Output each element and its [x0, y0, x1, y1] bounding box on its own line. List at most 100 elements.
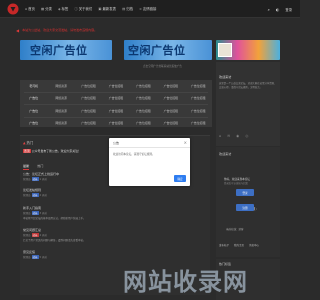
post-title[interactable]: 论坛发帖规则 — [23, 188, 207, 192]
grid-cell[interactable]: 广告位招租 — [75, 96, 102, 100]
grid-cell[interactable]: 广告位招租 — [130, 96, 157, 100]
confirm-button[interactable]: 确定 — [174, 175, 186, 182]
pinned-post-title: 公众号发布了新公告，欢迎大家关注！ — [31, 149, 81, 153]
rss-icon[interactable]: ◉ — [236, 134, 239, 138]
post-meta: 管理员 站长 2 天前 — [23, 193, 207, 197]
dialog-title: 公告 — [113, 141, 120, 145]
quick-links: 发布帖子 我的主页 消息中心 — [219, 243, 259, 247]
ad-banner-left[interactable]: 空闲广告位 — [20, 40, 112, 60]
grid-cell[interactable]: 广告位招租 — [157, 109, 184, 113]
main-nav: ⌂ 首页 ▦ 分类 ◈ 标签 ⓘ 关于我们 ▣ 最新发表 ▤ 归档 ∞ 友情链接 — [25, 6, 162, 12]
post-meta: 管理员 站长 4 天前 — [23, 233, 207, 237]
grid-cell[interactable]: 广告位 — [20, 121, 47, 125]
grid-icon: ▦ — [40, 6, 45, 11]
grid-cell[interactable]: 广告位招租 — [102, 109, 129, 113]
post-tabs: 最新 热门 — [23, 163, 43, 170]
quick-link-messages[interactable]: 消息中心 — [249, 243, 259, 247]
post-time: 4 天前 — [39, 234, 47, 237]
sidebar-banner[interactable] — [216, 40, 280, 60]
theme-toggle-icon[interactable]: ◐ — [276, 7, 280, 12]
post-time: 3 天前 — [39, 212, 47, 215]
login-button[interactable]: 登录 — [236, 189, 254, 196]
grid-cell[interactable]: 广告位招租 — [130, 121, 157, 125]
pinned-post[interactable]: 置顶 公众号发布了新公告，欢迎大家关注！ — [23, 149, 81, 153]
grid-cell[interactable]: 广告位招租 — [185, 121, 212, 125]
grid-cell[interactable]: 广告位招租 — [102, 96, 129, 100]
post-meta: 管理员 站长 3 天前 — [23, 211, 207, 215]
welcome-subtext: 登录后可以发帖与回复 — [224, 182, 248, 185]
grid-cell[interactable]: 广告位 — [20, 109, 47, 113]
post-author[interactable]: 管理员 — [23, 178, 31, 181]
role-badge: 站长 — [31, 233, 39, 237]
mail-icon[interactable]: ✉ — [227, 134, 230, 138]
nav-item-home[interactable]: ⌂ 首页 — [25, 6, 35, 12]
nav-item-tags[interactable]: ◈ 标签 — [58, 6, 68, 12]
grid-cell[interactable]: 广告位招租 — [185, 84, 212, 88]
grid-row: 广告位 网络资源 广告位招租 广告位招租 广告位招租 广告位招租 广告位招租 — [20, 93, 212, 105]
grid-cell[interactable]: 广告位招租 — [157, 96, 184, 100]
grid-cell[interactable]: 广告位招租 — [185, 109, 212, 113]
nav-item-about[interactable]: ⓘ 关于我们 — [74, 6, 92, 11]
role-badge: 站长 — [31, 193, 39, 197]
post-title[interactable]: 新手入门指南 — [23, 206, 207, 210]
divider — [109, 147, 190, 148]
quick-link-post[interactable]: 发布帖子 — [219, 243, 229, 247]
list-item[interactable]: 论坛发帖规则 管理员 站长 2 天前 — [23, 188, 207, 197]
grid-cell[interactable]: 广告位 — [20, 96, 47, 100]
dialog-message: 欢迎访问本论坛，请遵守论坛规则。 — [113, 153, 155, 156]
post-author[interactable]: 管理员 — [23, 194, 31, 197]
grid-cell[interactable]: 广告位招租 — [102, 121, 129, 125]
post-time: 1 天前 — [39, 178, 47, 181]
grid-cell[interactable]: 广告位招租 — [75, 84, 102, 88]
panel-heading-label: 热门 — [26, 141, 34, 145]
grid-cell[interactable]: 广告位招租 — [185, 96, 212, 100]
close-icon[interactable]: × — [184, 140, 187, 145]
grid-cell[interactable]: 网络资源 — [47, 84, 74, 88]
grid-row: 广告位 网络资源 广告位招租 广告位招租 广告位招租 广告位招租 广告位招租 — [20, 105, 212, 117]
grid-cell[interactable]: 广告位招租 — [102, 84, 129, 88]
online-status: 当前在线：游客 — [226, 228, 244, 231]
site-logo-icon[interactable] — [7, 3, 19, 15]
post-title[interactable]: 意见反馈 — [23, 250, 207, 254]
qq-icon[interactable]: ◎ — [245, 134, 248, 138]
role-badge: 站长 — [31, 255, 39, 259]
announcement-text[interactable]: 本站为公益站，欢迎大家交流发帖，请勿发布违规内容。 — [22, 28, 97, 32]
info-icon: ⓘ — [74, 7, 78, 11]
home-icon[interactable]: ⌂ — [219, 134, 221, 138]
list-item[interactable]: 常见问题汇总 管理员 站长 4 天前 汇总了用户常见的问题与解答，遇到问题请先查看本… — [23, 228, 207, 242]
nav-item-archive[interactable]: ▤ 归档 — [122, 6, 133, 12]
list-item[interactable]: 意见反馈 管理员 站长 5 天前 — [23, 250, 207, 259]
role-badge: 站长 — [31, 177, 39, 181]
list-item[interactable]: 新手入门指南 管理员 站长 3 天前 本帖将介绍论坛的基本使用方法，帮助新用户快速上… — [23, 206, 207, 220]
post-author[interactable]: 管理员 — [23, 212, 31, 215]
grid-cell[interactable]: 广告位招租 — [130, 109, 157, 113]
quick-link-home[interactable]: 我的主页 — [234, 243, 244, 247]
grid-cell[interactable]: 广告位招租 — [157, 84, 184, 88]
grid-cell[interactable]: 网络资源 — [47, 109, 74, 113]
grid-cell[interactable]: 网络资源 — [47, 96, 74, 100]
post-excerpt: 汇总了用户常见的问题与解答，遇到问题请先查看本帖。 — [23, 239, 86, 242]
top-navigation-bar: ⌂ 首页 ▦ 分类 ◈ 标签 ⓘ 关于我们 ▣ 最新发表 ▤ 归档 ∞ 友情链接… — [0, 0, 300, 18]
post-title[interactable]: 常见问题汇总 — [23, 228, 207, 232]
forum-icon: ▣ — [98, 6, 102, 11]
grid-cell[interactable]: 网络资源 — [47, 121, 74, 125]
nav-item-categories[interactable]: ▦ 分类 — [40, 6, 52, 12]
tab-latest[interactable]: 最新 — [23, 163, 30, 170]
grid-cell[interactable]: 广告位招租 — [157, 121, 184, 125]
nav-item-links[interactable]: ∞ 友情链接 — [139, 6, 156, 12]
link-icon: ∞ — [139, 6, 142, 11]
grid-cell[interactable]: 广告位招租 — [75, 109, 102, 113]
post-author[interactable]: 管理员 — [23, 234, 31, 237]
search-icon[interactable]: ⌕ — [268, 7, 270, 12]
grid-row: 广告位 网络资源 广告位招租 广告位招租 广告位招租 广告位招租 广告位招租 — [20, 118, 212, 130]
login-link[interactable]: 登录 — [285, 7, 292, 12]
register-button[interactable]: 注册 — [236, 204, 254, 211]
grid-cell[interactable]: 广告位招租 — [130, 84, 157, 88]
grid-cell[interactable]: 广告位招租 — [75, 121, 102, 125]
nav-item-latest[interactable]: ▣ 最新发表 — [98, 6, 116, 12]
ad-banner-right[interactable]: 空闲广告位 — [124, 40, 212, 60]
post-author[interactable]: 管理员 — [23, 256, 31, 259]
tab-hot[interactable]: 热门 — [37, 163, 43, 170]
ad-caption[interactable]: 点击空闲广告位联系站长投放广告 — [143, 64, 182, 68]
grid-cell[interactable]: 老司机 — [20, 84, 47, 88]
